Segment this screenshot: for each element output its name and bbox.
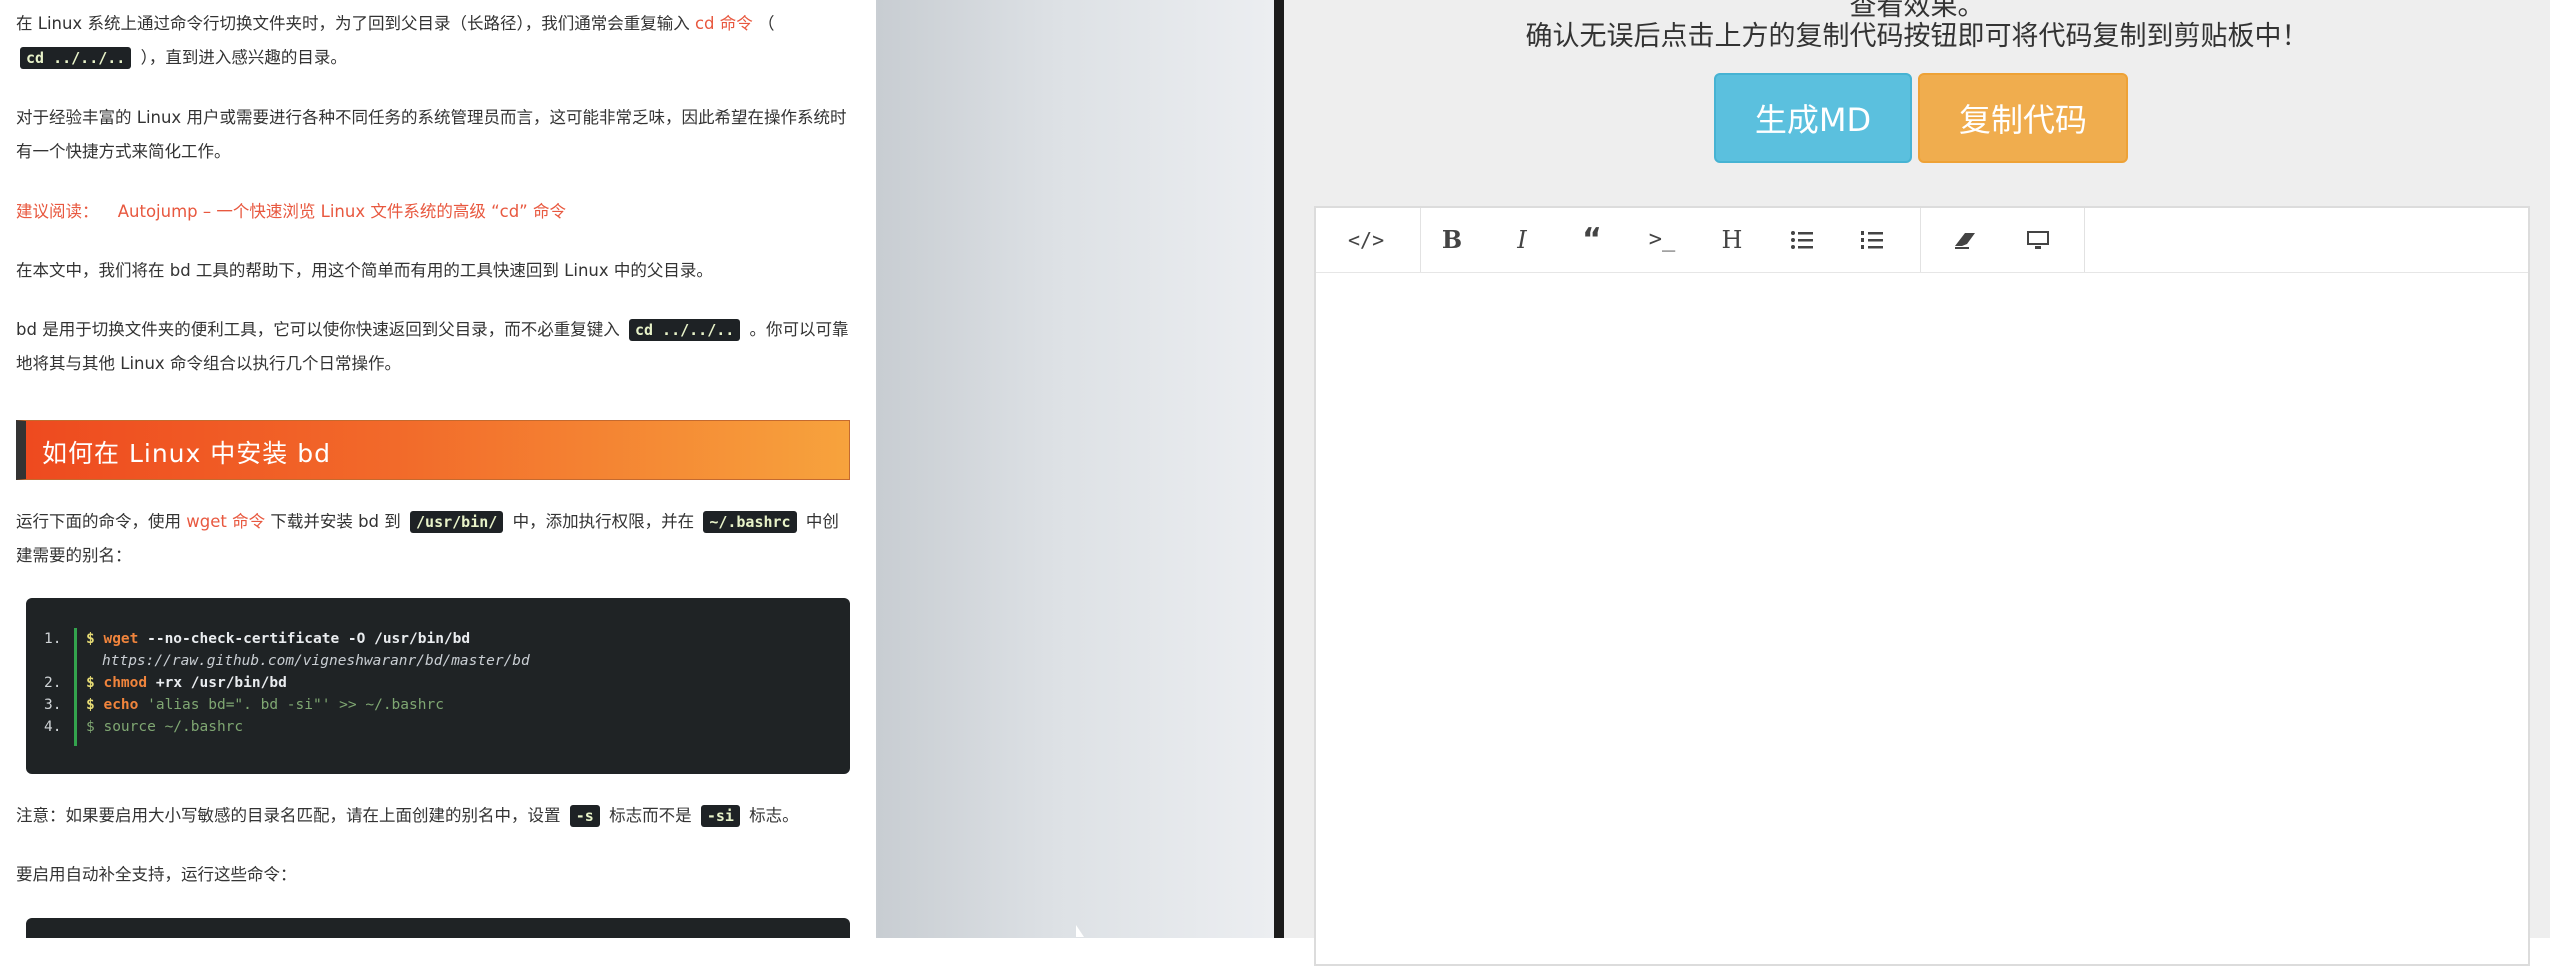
wget-command-link[interactable]: wget 命令 (186, 512, 265, 531)
code-line: $ echo 'alias bd=". bd -si"' >> ~/.bashr… (86, 694, 530, 716)
paragraph-3: 在本文中，我们将在 bd 工具的帮助下，用这个简单而有用的工具快速回到 Linu… (16, 261, 713, 280)
string: 'alias bd=". bd -si"' >> ~/.bashrc (138, 697, 444, 713)
code-icon[interactable]: </> (1348, 222, 1384, 258)
text: 中，添加执行权限，并在 (512, 512, 695, 531)
terminal-icon[interactable]: >_ (1644, 222, 1680, 258)
prompt: $ (86, 675, 95, 691)
text: bd 是用于切换文件夹的便利工具，它可以使你快速返回到父目录，而不必重复键入 (16, 320, 620, 339)
args: +rx /usr/bin/bd (147, 675, 287, 691)
line-numbers: 1. 2. 3. 4. (44, 628, 74, 738)
code-lines: $ wget --no-check-certificate -O /usr/bi… (86, 628, 530, 738)
generate-md-button[interactable]: 生成MD (1714, 73, 1912, 163)
numbered-list-icon[interactable] (1854, 222, 1890, 258)
prompt: $ (86, 719, 95, 735)
paragraph-4: bd 是用于切换文件夹的便利工具，它可以使你快速返回到父目录，而不必重复键入 c… (16, 313, 852, 381)
code-line: $ chmod +rx /usr/bin/bd (86, 672, 530, 694)
paragraph-intro: 在 Linux 系统上通过命令行切换文件夹时，为了回到父目录（长路径），我们通常… (16, 7, 852, 75)
line-number: 2. (44, 675, 62, 691)
args: --no-check-certificate -O /usr/bin/bd (138, 631, 471, 647)
mouse-cursor-icon (1076, 925, 1084, 937)
args: source ~/.bashrc (94, 719, 244, 735)
code-block: 1. 2. 3. 4. $ wget --no-check-certificat… (26, 598, 850, 774)
inline-code: /usr/bin/ (410, 511, 504, 533)
command: echo (103, 697, 139, 713)
paragraph-2: 对于经验丰富的 Linux 用户或需要进行各种不同任务的系统管理员而言，这可能非… (16, 108, 847, 161)
text: 标志。 (749, 806, 799, 825)
markdown-editor[interactable]: </> B I “ >_ H (1314, 206, 2530, 966)
inline-code: -si (700, 805, 740, 827)
article-pane: 在 Linux 系统上通过命令行切换文件夹时，为了回到父目录（长路径），我们通常… (0, 0, 878, 938)
heading-icon[interactable]: H (1714, 222, 1750, 258)
text: （ (758, 14, 775, 33)
paragraph-6: 要启用自动补全支持，运行这些命令： (16, 865, 297, 884)
background-gap (878, 0, 1274, 938)
command: wget (103, 631, 139, 647)
eraser-icon[interactable] (1948, 222, 1984, 258)
url: https://raw.github.com/vigneshwaranr/bd/… (102, 653, 530, 669)
code-block-2 (26, 918, 850, 938)
toolbar-separator (1420, 208, 1421, 272)
note-paragraph: 注意：如果要启用大小写敏感的目录名匹配，请在上面创建的别名中，设置 -s 标志而… (16, 799, 852, 833)
prompt: $ (86, 697, 95, 713)
recommend-link[interactable]: Autojump – 一个快速浏览 Linux 文件系统的高级 “cd” 命令 (118, 202, 566, 221)
inline-code: ~/.bashrc (703, 511, 797, 533)
inline-code: cd ../../.. (628, 319, 741, 341)
bold-icon[interactable]: B (1434, 222, 1470, 258)
section-heading: 如何在 Linux 中安装 bd (16, 420, 850, 480)
text: ），直到进入感兴趣的目录。 (140, 48, 347, 67)
recommend-label: 建议阅读： (16, 202, 99, 221)
line-number: 4. (44, 719, 62, 735)
text: 下载并安装 bd 到 (270, 512, 401, 531)
cd-command-link[interactable]: cd 命令 (695, 14, 753, 33)
code-line: https://raw.github.com/vigneshwaranr/bd/… (86, 650, 530, 672)
quote-icon[interactable]: “ (1574, 222, 1610, 258)
italic-icon[interactable]: I (1504, 222, 1540, 258)
panel-divider (1274, 0, 1284, 938)
toolbar-separator (1920, 208, 1921, 272)
text: 在 Linux 系统上通过命令行切换文件夹时，为了回到父目录（长路径），我们通常… (16, 14, 690, 33)
section-heading-text: 如何在 Linux 中安装 bd (42, 439, 331, 468)
converter-panel: 查看效果。 确认无误后点击上方的复制代码按钮即可将代码复制到剪贴板中！ 生成MD… (1284, 0, 2550, 966)
paragraph-5: 运行下面的命令，使用 wget 命令 下载并安装 bd 到 /usr/bin/ … (16, 505, 852, 573)
toolbar-separator (2084, 208, 2085, 272)
recommend-reading: 建议阅读： Autojump – 一个快速浏览 Linux 文件系统的高级 “c… (16, 195, 852, 229)
inline-code: -s (569, 805, 600, 827)
line-number: 3. (44, 697, 62, 713)
bullet-list-icon[interactable] (1784, 222, 1820, 258)
code-line: $ wget --no-check-certificate -O /usr/bi… (86, 628, 530, 650)
line-number (44, 650, 74, 672)
preview-icon[interactable] (2020, 222, 2056, 258)
text: 运行下面的命令，使用 (16, 512, 181, 531)
text: 标志而不是 (609, 806, 692, 825)
instruction-heading: 确认无误后点击上方的复制代码按钮即可将代码复制到剪贴板中！ (1525, 21, 2309, 52)
code-line: $ source ~/.bashrc (86, 716, 530, 738)
code-line-bar (74, 628, 77, 746)
line-number: 1. (44, 631, 62, 647)
editor-toolbar: </> B I “ >_ H (1316, 208, 2528, 273)
copy-code-button[interactable]: 复制代码 (1918, 73, 2128, 163)
text: 注意：如果要启用大小写敏感的目录名匹配，请在上面创建的别名中，设置 (16, 806, 561, 825)
prompt: $ (86, 631, 95, 647)
command: chmod (103, 675, 148, 691)
inline-code: cd ../../.. (20, 47, 132, 69)
